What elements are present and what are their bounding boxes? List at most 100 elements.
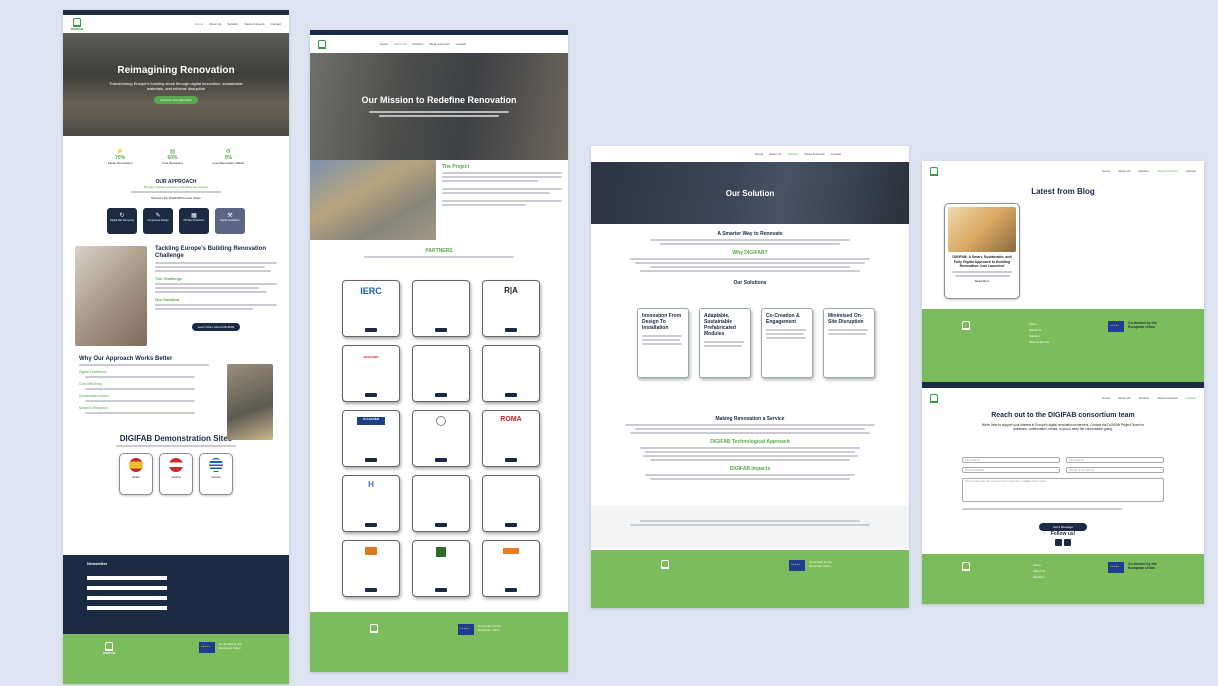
solution-card[interactable]: Innovation From Design To Installation xyxy=(637,308,689,378)
nav-about[interactable]: About Us xyxy=(769,152,781,156)
last-name-input[interactable]: Last Name xyxy=(1066,457,1164,463)
nav-contact[interactable]: Contact xyxy=(1186,396,1196,400)
nav-home[interactable]: Home xyxy=(1102,169,1110,173)
eu-label: Co-funded by the European Union xyxy=(219,642,243,650)
hero-title: Our Solution xyxy=(725,188,775,198)
partner-card[interactable]: IERC xyxy=(342,280,400,337)
process-step[interactable]: ↻ Digital Site Surveying xyxy=(107,208,137,234)
why-title: Why Our Approach Works Better xyxy=(79,356,173,362)
newsletter-input[interactable] xyxy=(87,586,167,590)
nav-contact[interactable]: Contact xyxy=(831,152,841,156)
blog-title: Latest from Blog xyxy=(1031,187,1095,196)
nav-news[interactable]: News & Events xyxy=(1157,396,1177,400)
austria-flag-icon xyxy=(169,458,183,472)
navbar: Home About Us Solution News & Events Con… xyxy=(922,388,1204,408)
approach-section: OUR APPROACH Bringing Digital Solutions … xyxy=(63,175,289,234)
message-textarea[interactable]: Tell us how we can support your interest… xyxy=(962,478,1164,502)
nav-about[interactable]: About Us xyxy=(1118,169,1130,173)
solution-card[interactable]: Adaptable, Sustainable Prefabricated Mod… xyxy=(699,308,751,378)
partner-card[interactable] xyxy=(342,540,400,597)
nav-home[interactable]: Home xyxy=(380,42,388,46)
contact-title: Reach out to the DIGIFAB consortium team xyxy=(991,412,1135,419)
navbar: Home About Us Solution News & Events Con… xyxy=(922,161,1204,181)
partner-card[interactable]: R|A xyxy=(482,280,540,337)
nav-about[interactable]: About Us xyxy=(1118,396,1130,400)
stat-item: ⚡ 70% Faster Renovation xyxy=(107,149,133,165)
nav-contact[interactable]: Contact xyxy=(456,42,466,46)
footer: Co-funded by the European Union xyxy=(591,550,909,608)
partner-card[interactable] xyxy=(412,280,470,337)
logo[interactable] xyxy=(318,39,326,49)
footer-links: Home About Us Solution xyxy=(1032,563,1046,579)
process-step[interactable]: ✎ Component Design xyxy=(143,208,173,234)
project-image xyxy=(310,160,436,240)
site-card[interactable]: Spain xyxy=(119,453,153,495)
partner-card[interactable] xyxy=(412,345,470,402)
process-label: Discover the DIGIFAB Process Steps xyxy=(151,196,201,200)
newsletter-section: Newsletter xyxy=(63,555,289,635)
newsletter-input[interactable] xyxy=(87,606,167,610)
nav-solution[interactable]: Solution xyxy=(787,152,798,156)
nav-news[interactable]: News & Events xyxy=(429,42,449,46)
partner-card[interactable]: ROMA xyxy=(482,410,540,467)
send-message-button[interactable]: Send Message xyxy=(1038,523,1087,531)
solutions-title: Our Solutions xyxy=(733,280,767,286)
nav-news[interactable]: News & Events xyxy=(244,22,264,26)
hero-cta-button[interactable]: Discover Our Approach xyxy=(154,96,198,105)
nav-home[interactable]: Home xyxy=(195,22,203,26)
follow-section: Follow us! xyxy=(922,531,1204,546)
nav-solution[interactable]: Solution xyxy=(227,22,238,26)
hero: Our Solution xyxy=(591,162,909,224)
closing-band xyxy=(591,506,909,548)
blog-card[interactable]: DIGIFAB: A Smart, Sustainable, and Fully… xyxy=(944,203,1020,299)
email-input[interactable]: Email Address xyxy=(962,467,1060,473)
site-card[interactable]: Austria xyxy=(159,453,193,495)
logo[interactable]: DIGIFAB xyxy=(71,17,83,31)
learn-more-button[interactable]: Learn More About DIGIFAB xyxy=(191,323,241,332)
service-title: Making Renovation a Service xyxy=(715,416,785,422)
process-step[interactable]: ▦ Off-Site Production xyxy=(179,208,209,234)
why-digifab-title: Why DIGIFAB? xyxy=(732,250,768,256)
nav-solution[interactable]: Solution xyxy=(1138,169,1149,173)
nav-contact[interactable]: Contact xyxy=(271,22,281,26)
page-solution-screenshot: Home About Us Solution News & Events Con… xyxy=(591,146,909,608)
nav-contact[interactable]: Contact xyxy=(1186,169,1196,173)
newsletter-title: Newsletter xyxy=(87,561,108,566)
navbar: DIGIFAB Home About Us Solution News & Ev… xyxy=(63,15,289,33)
nav-about[interactable]: About Us xyxy=(209,22,221,26)
nav-about[interactable]: About Us xyxy=(394,42,406,46)
newsletter-input[interactable] xyxy=(87,596,167,600)
blog-read-more[interactable]: Read More xyxy=(948,279,1016,283)
partner-card[interactable] xyxy=(412,475,470,532)
nav-solution[interactable]: Solution xyxy=(412,42,423,46)
company-input[interactable]: Name of Company xyxy=(1066,467,1164,473)
process-step[interactable]: ⚒ Rapid Installation xyxy=(215,208,245,234)
site-card[interactable]: Greece xyxy=(199,453,233,495)
logo[interactable] xyxy=(930,166,938,176)
partner-card[interactable]: H xyxy=(342,475,400,532)
first-name-input[interactable]: First Name xyxy=(962,457,1060,463)
nav-solution[interactable]: Solution xyxy=(1138,396,1149,400)
solution-card[interactable]: Co-Creation & Engagement xyxy=(761,308,813,378)
nav-home[interactable]: Home xyxy=(755,152,763,156)
partner-card[interactable]: EU LEATHER xyxy=(342,410,400,467)
nav-news[interactable]: News & Events xyxy=(1157,169,1177,173)
partner-card[interactable] xyxy=(482,345,540,402)
smarter-title: A Smarter Way to Renovate xyxy=(717,231,783,237)
newsletter-input[interactable] xyxy=(87,576,167,580)
partner-card[interactable] xyxy=(482,475,540,532)
partner-card[interactable] xyxy=(412,410,470,467)
stat-item: ♻ 0% Less Renovation Waste xyxy=(212,149,245,165)
linkedin-icon[interactable] xyxy=(1055,539,1062,546)
footer-logo xyxy=(962,321,970,370)
footer-logo: DIGIFAB xyxy=(103,642,115,676)
nav-home[interactable]: Home xyxy=(1102,396,1110,400)
partner-card[interactable]: acciona xyxy=(342,345,400,402)
eu-flag-icon xyxy=(1108,321,1124,332)
logo[interactable] xyxy=(930,393,938,403)
partner-card[interactable] xyxy=(412,540,470,597)
nav-news[interactable]: News & Events xyxy=(804,152,824,156)
solution-card[interactable]: Minimised On-Site Disruption xyxy=(823,308,875,378)
twitter-icon[interactable] xyxy=(1064,539,1071,546)
partner-card[interactable] xyxy=(482,540,540,597)
